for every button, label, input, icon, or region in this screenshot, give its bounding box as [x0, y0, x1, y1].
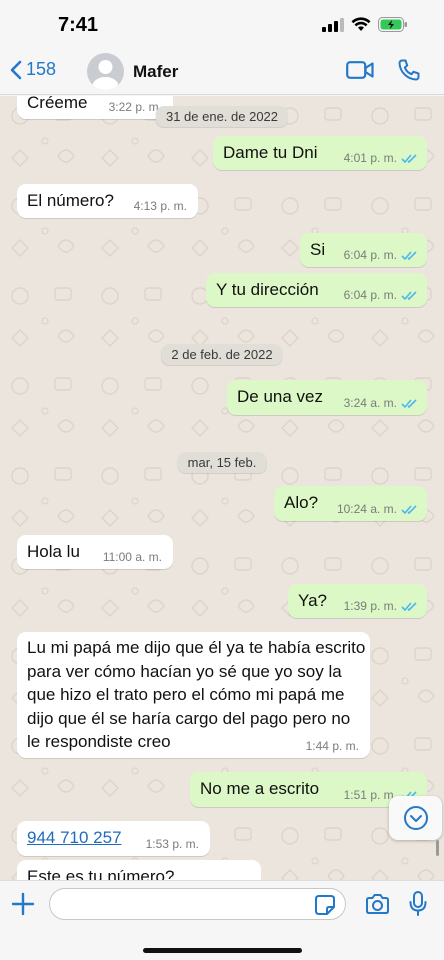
- message-bubble-incoming[interactable]: El número? 4:13 p. m.: [17, 184, 198, 218]
- message-bubble-incoming[interactable]: Hola lu 11:00 a. m.: [17, 535, 173, 569]
- camera-icon: [366, 894, 389, 914]
- message-text: Y tu dirección: [216, 280, 319, 299]
- attach-button[interactable]: [11, 892, 35, 921]
- message-time: 3:24 a. m.: [343, 396, 397, 410]
- read-receipt-icon: [401, 602, 417, 612]
- date-separator: mar, 15 feb.: [177, 452, 267, 473]
- message-text: No me a escrito: [200, 779, 320, 798]
- scrollbar[interactable]: [436, 840, 439, 856]
- message-time: 6:04 p. m.: [343, 248, 397, 262]
- message-text: Créeme: [27, 96, 88, 112]
- message-text: Dame tu Dni: [223, 143, 318, 162]
- composer-bar: [0, 880, 444, 960]
- message-time: 4:01 p. m.: [343, 151, 397, 165]
- message-time: 1:39 p. m.: [343, 599, 397, 613]
- message-text: Alo?: [284, 493, 319, 512]
- back-count: 158: [26, 59, 57, 79]
- chat-area[interactable]: Créeme 3:22 p. m. 31 de ene. de 2022 Dam…: [0, 96, 444, 880]
- message-text: Este es tu número?: [27, 867, 175, 880]
- message-bubble-outgoing[interactable]: Dame tu Dni 4:01 p. m.: [213, 136, 427, 170]
- message-text: Si: [310, 240, 326, 259]
- message-bubble-outgoing[interactable]: Si 6:04 p. m.: [300, 233, 427, 267]
- message-bubble-outgoing[interactable]: Y tu dirección 6:04 p. m.: [206, 273, 427, 307]
- message-input[interactable]: [49, 888, 346, 920]
- status-bar: 7:41: [0, 0, 444, 50]
- wifi-icon: [351, 17, 371, 31]
- message-time: 4:13 p. m.: [133, 199, 187, 213]
- sticker-icon: [315, 895, 335, 915]
- message-bubble-incoming[interactable]: Créeme 3:22 p. m.: [17, 96, 173, 119]
- status-time: 7:41: [58, 14, 99, 36]
- message-bubble-outgoing[interactable]: Ya? 1:39 p. m.: [288, 584, 427, 618]
- back-button[interactable]: 158: [10, 59, 56, 80]
- message-time: 1:44 p. m.: [305, 739, 359, 753]
- message-bubble-outgoing[interactable]: Alo? 10:24 a. m.: [274, 486, 427, 521]
- message-text: De una vez: [237, 387, 323, 406]
- message-text: Ya?: [298, 591, 327, 610]
- message-time: 11:00 a. m.: [102, 550, 162, 564]
- avatar[interactable]: [87, 53, 124, 90]
- message-time: 6:04 p. m.: [343, 288, 397, 302]
- camera-button[interactable]: [365, 893, 390, 920]
- message-bubble-incoming[interactable]: Lu mi papá me dijo que él ya te había es…: [17, 632, 370, 758]
- read-receipt-icon: [401, 291, 417, 301]
- plus-icon: [11, 892, 35, 916]
- read-receipt-icon: [401, 251, 417, 261]
- message-text: Lu mi papá me dijo que él ya te había es…: [27, 638, 366, 751]
- message-bubble-incoming[interactable]: Este es tu número?: [17, 860, 261, 880]
- date-separator: 2 de feb. de 2022: [161, 344, 283, 365]
- avatar-placeholder-icon: [92, 60, 119, 90]
- read-receipt-icon: [401, 399, 417, 409]
- back-chevron-icon: [10, 60, 22, 79]
- message-text: El número?: [27, 191, 114, 210]
- video-call-button[interactable]: [346, 60, 374, 85]
- microphone-icon: [409, 891, 427, 916]
- message-bubble-outgoing[interactable]: De una vez 3:24 a. m.: [227, 380, 427, 415]
- message-time: 1:53 p. m.: [145, 837, 199, 851]
- phone-call-button[interactable]: [397, 58, 421, 87]
- phone-number-link[interactable]: 944 710 257: [27, 826, 122, 849]
- read-receipt-icon: [401, 154, 417, 164]
- message-bubble-incoming[interactable]: 944 710 257 1:53 p. m.: [17, 821, 210, 856]
- chat-header: 158 Mafer: [0, 50, 444, 95]
- phone-icon: [398, 59, 420, 81]
- message-text: Hola lu: [27, 542, 80, 561]
- video-call-icon: [346, 61, 374, 79]
- status-icons: [322, 17, 408, 32]
- message-time: 10:24 a. m.: [336, 502, 397, 516]
- date-separator: 31 de ene. de 2022: [155, 106, 289, 127]
- scroll-to-bottom-button[interactable]: [389, 796, 442, 840]
- battery-icon: [378, 17, 407, 32]
- microphone-button[interactable]: [408, 890, 428, 923]
- sticker-button[interactable]: [314, 894, 336, 921]
- message-time: 3:22 p. m.: [108, 100, 162, 114]
- signal-icon: [322, 17, 344, 32]
- contact-name[interactable]: Mafer: [133, 62, 178, 82]
- scroll-down-icon: [404, 806, 428, 830]
- read-receipt-icon: [401, 505, 417, 515]
- home-indicator: [143, 948, 302, 953]
